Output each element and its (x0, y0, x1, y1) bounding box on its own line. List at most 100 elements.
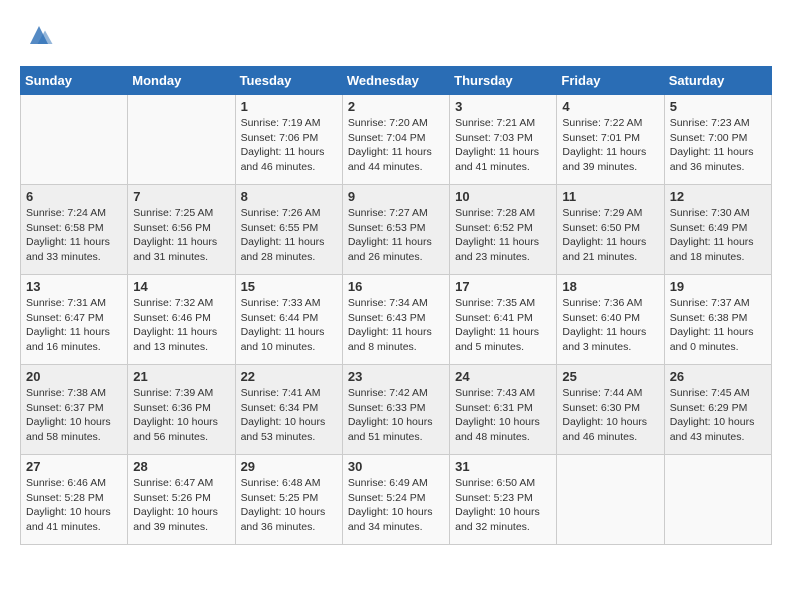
day-cell (21, 95, 128, 185)
week-row-2: 6 Sunrise: 7:24 AM Sunset: 6:58 PM Daylig… (21, 185, 772, 275)
header-cell-wednesday: Wednesday (342, 67, 449, 95)
day-cell: 1Sunrise: 7:19 AM Sunset: 7:06 PM Daylig… (235, 95, 342, 185)
day-number: 26 (670, 369, 766, 384)
day-cell: 18 Sunrise: 7:36 AM Sunset: 6:40 PM Dayli… (557, 275, 664, 365)
day-number: 17 (455, 279, 551, 294)
day-cell: 16 Sunrise: 7:34 AM Sunset: 6:43 PM Dayli… (342, 275, 449, 365)
day-number: 7 (133, 189, 229, 204)
day-cell (128, 95, 235, 185)
day-number: 20 (26, 369, 122, 384)
day-info: Sunrise: 7:20 AM Sunset: 7:04 PM Dayligh… (348, 116, 444, 175)
day-info: Sunrise: 7:33 AM Sunset: 6:44 PM Dayligh… (241, 296, 337, 355)
day-cell: 20 Sunrise: 7:38 AM Sunset: 6:37 PM Dayli… (21, 365, 128, 455)
day-cell: 12 Sunrise: 7:30 AM Sunset: 6:49 PM Dayli… (664, 185, 771, 275)
day-number: 10 (455, 189, 551, 204)
header-cell-friday: Friday (557, 67, 664, 95)
day-info: Sunrise: 7:44 AM Sunset: 6:30 PM Dayligh… (562, 386, 658, 445)
day-info: Sunrise: 7:31 AM Sunset: 6:47 PM Dayligh… (26, 296, 122, 355)
day-number: 19 (670, 279, 766, 294)
day-cell: 2 Sunrise: 7:20 AM Sunset: 7:04 PM Daylig… (342, 95, 449, 185)
day-cell: 6 Sunrise: 7:24 AM Sunset: 6:58 PM Daylig… (21, 185, 128, 275)
day-cell: 14 Sunrise: 7:32 AM Sunset: 6:46 PM Dayli… (128, 275, 235, 365)
day-number: 1 (241, 99, 337, 114)
day-info: Sunrise: 7:27 AM Sunset: 6:53 PM Dayligh… (348, 206, 444, 265)
day-number: 18 (562, 279, 658, 294)
day-number: 27 (26, 459, 122, 474)
day-info: Sunrise: 7:45 AM Sunset: 6:29 PM Dayligh… (670, 386, 766, 445)
day-info: Sunrise: 7:22 AM Sunset: 7:01 PM Dayligh… (562, 116, 658, 175)
header-cell-thursday: Thursday (450, 67, 557, 95)
week-row-4: 20 Sunrise: 7:38 AM Sunset: 6:37 PM Dayli… (21, 365, 772, 455)
day-info: Sunrise: 7:43 AM Sunset: 6:31 PM Dayligh… (455, 386, 551, 445)
day-number: 16 (348, 279, 444, 294)
day-info: Sunrise: 7:29 AM Sunset: 6:50 PM Dayligh… (562, 206, 658, 265)
day-number: 12 (670, 189, 766, 204)
day-info: Sunrise: 7:34 AM Sunset: 6:43 PM Dayligh… (348, 296, 444, 355)
day-info: Sunrise: 7:24 AM Sunset: 6:58 PM Dayligh… (26, 206, 122, 265)
day-number: 8 (241, 189, 337, 204)
day-number: 23 (348, 369, 444, 384)
day-cell: 3 Sunrise: 7:21 AM Sunset: 7:03 PM Daylig… (450, 95, 557, 185)
day-info: Sunrise: 7:35 AM Sunset: 6:41 PM Dayligh… (455, 296, 551, 355)
day-number: 11 (562, 189, 658, 204)
day-info: Sunrise: 7:36 AM Sunset: 6:40 PM Dayligh… (562, 296, 658, 355)
day-number: 29 (241, 459, 337, 474)
day-number: 2 (348, 99, 444, 114)
day-cell: 27 Sunrise: 6:46 AM Sunset: 5:28 PM Dayli… (21, 455, 128, 545)
week-row-1: 1Sunrise: 7:19 AM Sunset: 7:06 PM Daylig… (21, 95, 772, 185)
day-number: 21 (133, 369, 229, 384)
header-cell-saturday: Saturday (664, 67, 771, 95)
day-cell: 24Sunrise: 7:43 AM Sunset: 6:31 PM Dayli… (450, 365, 557, 455)
day-cell: 8 Sunrise: 7:26 AM Sunset: 6:55 PM Daylig… (235, 185, 342, 275)
day-info: Sunrise: 6:50 AM Sunset: 5:23 PM Dayligh… (455, 476, 551, 535)
day-info: Sunrise: 6:48 AM Sunset: 5:25 PM Dayligh… (241, 476, 337, 535)
day-info: Sunrise: 7:30 AM Sunset: 6:49 PM Dayligh… (670, 206, 766, 265)
day-info: Sunrise: 6:49 AM Sunset: 5:24 PM Dayligh… (348, 476, 444, 535)
day-info: Sunrise: 7:21 AM Sunset: 7:03 PM Dayligh… (455, 116, 551, 175)
day-cell (664, 455, 771, 545)
logo-icon (24, 20, 54, 50)
day-number: 13 (26, 279, 122, 294)
day-number: 25 (562, 369, 658, 384)
day-cell: 26 Sunrise: 7:45 AM Sunset: 6:29 PM Dayli… (664, 365, 771, 455)
day-info: Sunrise: 7:26 AM Sunset: 6:55 PM Dayligh… (241, 206, 337, 265)
day-cell: 31 Sunrise: 6:50 AM Sunset: 5:23 PM Dayli… (450, 455, 557, 545)
day-info: Sunrise: 7:23 AM Sunset: 7:00 PM Dayligh… (670, 116, 766, 175)
day-info: Sunrise: 7:39 AM Sunset: 6:36 PM Dayligh… (133, 386, 229, 445)
day-number: 5 (670, 99, 766, 114)
day-cell: 21 Sunrise: 7:39 AM Sunset: 6:36 PM Dayli… (128, 365, 235, 455)
day-number: 6 (26, 189, 122, 204)
logo (20, 20, 54, 50)
day-info: Sunrise: 7:41 AM Sunset: 6:34 PM Dayligh… (241, 386, 337, 445)
day-number: 15 (241, 279, 337, 294)
day-number: 9 (348, 189, 444, 204)
header-cell-tuesday: Tuesday (235, 67, 342, 95)
day-info: Sunrise: 7:32 AM Sunset: 6:46 PM Dayligh… (133, 296, 229, 355)
day-number: 14 (133, 279, 229, 294)
day-cell: 7Sunrise: 7:25 AM Sunset: 6:56 PM Daylig… (128, 185, 235, 275)
header-cell-monday: Monday (128, 67, 235, 95)
day-info: Sunrise: 6:46 AM Sunset: 5:28 PM Dayligh… (26, 476, 122, 535)
day-number: 3 (455, 99, 551, 114)
day-info: Sunrise: 7:42 AM Sunset: 6:33 PM Dayligh… (348, 386, 444, 445)
day-cell: 25 Sunrise: 7:44 AM Sunset: 6:30 PM Dayli… (557, 365, 664, 455)
day-cell: 10 Sunrise: 7:28 AM Sunset: 6:52 PM Dayli… (450, 185, 557, 275)
day-cell: 29 Sunrise: 6:48 AM Sunset: 5:25 PM Dayli… (235, 455, 342, 545)
calendar-table: SundayMondayTuesdayWednesdayThursdayFrid… (20, 66, 772, 545)
day-number: 28 (133, 459, 229, 474)
page-header (20, 20, 772, 50)
day-cell: 13 Sunrise: 7:31 AM Sunset: 6:47 PM Dayli… (21, 275, 128, 365)
calendar-body: 1Sunrise: 7:19 AM Sunset: 7:06 PM Daylig… (21, 95, 772, 545)
day-info: Sunrise: 7:28 AM Sunset: 6:52 PM Dayligh… (455, 206, 551, 265)
header-cell-sunday: Sunday (21, 67, 128, 95)
day-number: 31 (455, 459, 551, 474)
day-cell: 4Sunrise: 7:22 AM Sunset: 7:01 PM Daylig… (557, 95, 664, 185)
day-cell: 15 Sunrise: 7:33 AM Sunset: 6:44 PM Dayli… (235, 275, 342, 365)
day-info: Sunrise: 7:37 AM Sunset: 6:38 PM Dayligh… (670, 296, 766, 355)
day-cell: 17 Sunrise: 7:35 AM Sunset: 6:41 PM Dayli… (450, 275, 557, 365)
week-row-5: 27 Sunrise: 6:46 AM Sunset: 5:28 PM Dayli… (21, 455, 772, 545)
day-cell: 22Sunrise: 7:41 AM Sunset: 6:34 PM Dayli… (235, 365, 342, 455)
day-cell: 30Sunrise: 6:49 AM Sunset: 5:24 PM Dayli… (342, 455, 449, 545)
calendar-header: SundayMondayTuesdayWednesdayThursdayFrid… (21, 67, 772, 95)
day-info: Sunrise: 7:38 AM Sunset: 6:37 PM Dayligh… (26, 386, 122, 445)
